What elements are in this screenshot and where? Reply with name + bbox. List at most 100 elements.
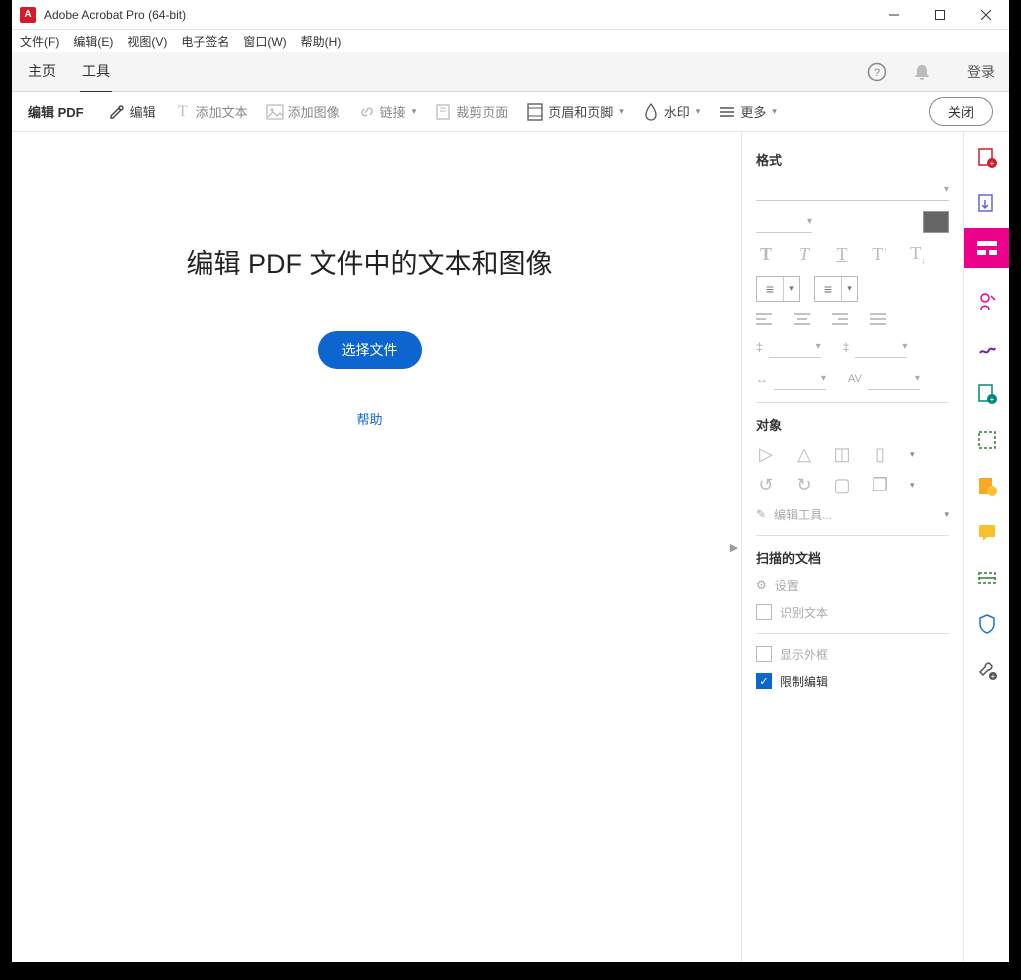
edit-icon <box>108 103 126 121</box>
restrict-edit-checkbox[interactable]: ✓ <box>756 673 772 689</box>
tool-header-footer-label: 页眉和页脚 <box>548 102 613 121</box>
chevron-down-icon: ▾ <box>412 106 417 117</box>
tool-edit[interactable]: 编辑 <box>108 102 156 121</box>
canvas-heading: 编辑 PDF 文件中的文本和图像 <box>186 242 552 281</box>
maximize-icon <box>935 10 945 20</box>
rail-comment-icon[interactable] <box>975 474 999 498</box>
align-right-icon[interactable] <box>832 312 852 326</box>
recognize-text-checkbox[interactable] <box>756 604 772 620</box>
rail-export-pdf-icon[interactable] <box>975 192 999 216</box>
menu-file[interactable]: 文件(F) <box>20 33 59 50</box>
rotate-right-icon[interactable]: ↻ <box>794 475 814 496</box>
chevron-down-icon: ▾ <box>619 106 624 117</box>
tool-link[interactable]: 链接 ▾ <box>358 102 417 121</box>
right-tool-rail: + + + <box>963 132 1009 962</box>
tool-more[interactable]: 更多 ▾ <box>718 102 777 121</box>
chevron-down-icon: ▾ <box>910 449 915 460</box>
rail-more-tools-icon[interactable]: + <box>975 658 999 682</box>
align-justify-icon[interactable] <box>870 312 890 326</box>
scan-settings[interactable]: ⚙ 设置 <box>756 577 949 594</box>
svg-text:+: + <box>990 672 995 680</box>
edit-tools-dropdown[interactable]: ✎ 编辑工具... ▾ <box>756 506 949 523</box>
svg-text:?: ? <box>874 67 880 79</box>
toolbar-label: 编辑 PDF <box>28 102 84 121</box>
pencil-icon: ✎ <box>756 507 766 521</box>
rail-edit-pdf-icon[interactable] <box>964 228 1010 268</box>
nav-bar: 主页 工具 ? 登录 <box>12 52 1009 92</box>
tool-watermark-label: 水印 <box>664 102 690 121</box>
menu-edit[interactable]: 编辑(E) <box>73 33 113 50</box>
italic-icon[interactable]: T <box>794 244 814 265</box>
menu-esign[interactable]: 电子签名 <box>181 33 229 50</box>
line-spacing-icon: ‡ <box>756 340 763 354</box>
bold-icon[interactable]: T <box>756 244 776 265</box>
flip-horizontal-icon[interactable]: ▷ <box>756 444 776 465</box>
font-size-select[interactable]: ▾ <box>756 211 812 233</box>
scanned-section-title: 扫描的文档 <box>756 548 949 567</box>
line-spacing-select[interactable]: ▾ <box>769 336 821 358</box>
paragraph-spacing-icon: ‡ <box>843 340 850 354</box>
rail-scan-icon[interactable] <box>975 566 999 590</box>
tool-header-footer[interactable]: 页眉和页脚 ▾ <box>526 102 624 121</box>
font-family-select[interactable]: ▾ <box>756 179 949 201</box>
tool-crop[interactable]: 裁剪页面 <box>434 102 508 121</box>
format-section-title: 格式 <box>756 150 949 169</box>
minimize-icon <box>889 10 899 20</box>
tool-watermark[interactable]: 水印 ▾ <box>642 102 701 121</box>
align-left-icon[interactable] <box>756 312 776 326</box>
select-file-button[interactable]: 选择文件 <box>318 331 422 369</box>
color-swatch[interactable] <box>923 211 949 233</box>
close-panel-button[interactable]: 关闭 <box>929 97 993 126</box>
window-title: Adobe Acrobat Pro (64-bit) <box>44 8 871 22</box>
app-icon: A <box>20 7 36 23</box>
login-link[interactable]: 登录 <box>967 62 995 82</box>
rail-note-icon[interactable] <box>975 520 999 544</box>
horizontal-scale-select[interactable]: ▾ <box>774 368 826 390</box>
help-icon[interactable]: ? <box>867 62 891 82</box>
image-icon <box>266 103 284 121</box>
rotate-left-icon[interactable]: ↺ <box>756 475 776 496</box>
show-outline-label: 显示外框 <box>780 646 828 663</box>
arrange-icon[interactable]: ❐ <box>870 475 890 496</box>
maximize-button[interactable] <box>917 0 963 30</box>
object-section-title: 对象 <box>756 415 949 434</box>
settings-label: 设置 <box>775 577 799 594</box>
subscript-icon[interactable]: T↓ <box>908 243 928 266</box>
align-center-icon[interactable] <box>794 312 814 326</box>
bell-icon[interactable] <box>913 63 937 81</box>
tab-tools[interactable]: 工具 <box>80 51 112 93</box>
collapse-panel-handle[interactable]: ▶ <box>727 132 741 962</box>
bullet-list-button[interactable]: ≡▾ <box>756 276 800 302</box>
replace-image-icon[interactable]: ▢ <box>832 475 852 496</box>
number-list-button[interactable]: ≡▾ <box>814 276 858 302</box>
tool-add-image[interactable]: 添加图像 <box>266 102 340 121</box>
svg-text:+: + <box>989 395 994 404</box>
rail-sign-icon[interactable] <box>975 290 999 314</box>
crop-object-icon[interactable]: ◫ <box>832 444 852 465</box>
underline-icon[interactable]: T <box>832 244 852 265</box>
rail-redact-icon[interactable] <box>975 428 999 452</box>
tool-add-text[interactable]: T 添加文本 <box>174 102 248 121</box>
menu-window[interactable]: 窗口(W) <box>243 33 286 50</box>
flip-vertical-icon[interactable]: △ <box>794 444 814 465</box>
tab-home[interactable]: 主页 <box>26 51 58 93</box>
rail-create-pdf-icon[interactable]: + <box>975 146 999 170</box>
char-spacing-select[interactable]: ▾ <box>868 368 920 390</box>
paragraph-spacing-select[interactable]: ▾ <box>855 336 907 358</box>
rail-protect-icon[interactable] <box>975 612 999 636</box>
minimize-button[interactable] <box>871 0 917 30</box>
format-panel: 格式 ▾ ▾ T T T T↑ T↓ ≡▾ ≡▾ <box>741 132 963 962</box>
divider <box>756 535 949 536</box>
rail-organize-icon[interactable]: + <box>975 382 999 406</box>
canvas-help-link[interactable]: 帮助 <box>356 409 382 428</box>
menu-view[interactable]: 视图(V) <box>127 33 167 50</box>
horizontal-scale-icon: ↔ <box>756 372 768 386</box>
menu-help[interactable]: 帮助(H) <box>301 33 342 50</box>
divider <box>756 402 949 403</box>
close-button[interactable] <box>963 0 1009 30</box>
show-outline-checkbox[interactable] <box>756 646 772 662</box>
align-objects-icon[interactable]: ▯ <box>870 444 890 465</box>
superscript-icon[interactable]: T↑ <box>870 244 890 265</box>
rail-fill-sign-icon[interactable] <box>975 336 999 360</box>
restrict-edit-label: 限制编辑 <box>780 673 828 690</box>
